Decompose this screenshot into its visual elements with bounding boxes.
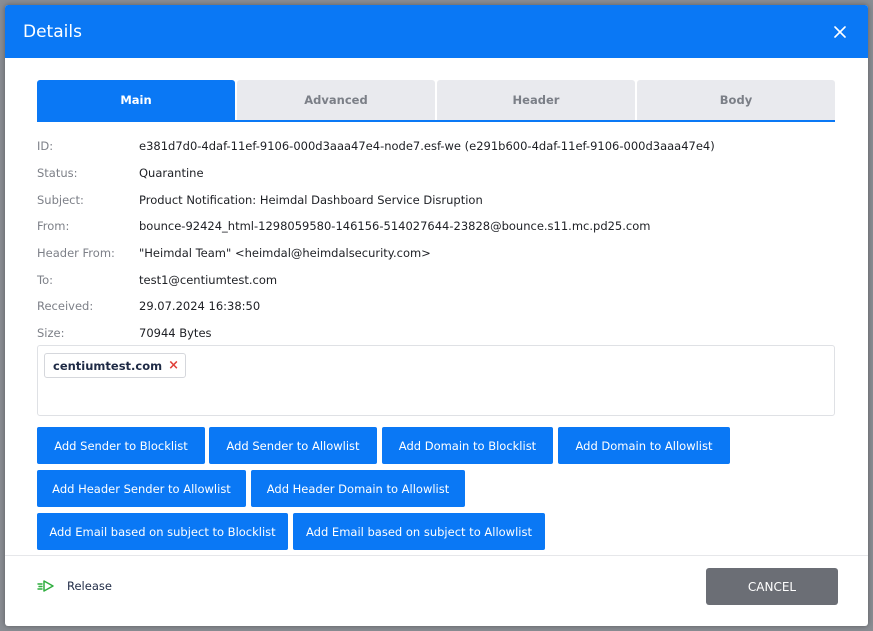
cancel-button[interactable]: CANCEL <box>706 568 838 605</box>
details-list: ID: e381d7d0-4daf-11ef-9106-000d3aaa47e4… <box>37 133 835 347</box>
detail-row-subject: Subject: Product Notification: Heimdal D… <box>37 186 835 213</box>
add-header-sender-allowlist-button[interactable]: Add Header Sender to Allowlist <box>37 470 246 507</box>
detail-value: 70944 Bytes <box>139 326 212 341</box>
detail-label: Status: <box>37 166 78 181</box>
detail-row-size: Size: 70944 Bytes <box>37 320 835 347</box>
tab-header[interactable]: Header <box>437 80 635 120</box>
add-domain-blocklist-button[interactable]: Add Domain to Blocklist <box>382 427 553 464</box>
domain-tag: centiumtest.com × <box>44 353 187 378</box>
detail-row-id: ID: e381d7d0-4daf-11ef-9106-000d3aaa47e4… <box>37 133 835 160</box>
detail-label: Size: <box>37 326 65 341</box>
detail-label: Received: <box>37 299 94 314</box>
release-icon <box>37 580 54 592</box>
detail-label: To: <box>37 272 53 287</box>
add-subject-blocklist-button[interactable]: Add Email based on subject to Blocklist <box>37 513 288 550</box>
dialog-header: Details <box>5 5 868 58</box>
details-dialog: Details Main Advanced Header Body ID: e3… <box>5 5 868 626</box>
add-sender-blocklist-button[interactable]: Add Sender to Blocklist <box>37 427 205 464</box>
detail-row-header-from: Header From: "Heimdal Team" <heimdal@hei… <box>37 240 835 267</box>
release-button[interactable]: Release <box>37 579 112 593</box>
detail-value: e381d7d0-4daf-11ef-9106-000d3aaa47e4-nod… <box>139 139 715 154</box>
tab-main[interactable]: Main <box>37 80 235 120</box>
close-button[interactable] <box>830 22 850 42</box>
add-subject-allowlist-button[interactable]: Add Email based on subject to Allowlist <box>293 513 545 550</box>
detail-row-to: To: test1@centiumtest.com <box>37 266 835 293</box>
detail-value: Quarantine <box>139 166 204 181</box>
tab-body[interactable]: Body <box>637 80 835 120</box>
detail-value: bounce-92424_html-1298059580-146156-5140… <box>139 219 651 234</box>
detail-row-received: Received: 29.07.2024 16:38:50 <box>37 293 835 320</box>
detail-label: Subject: <box>37 192 84 207</box>
tab-bar: Main Advanced Header Body <box>37 80 835 122</box>
domain-tag-input[interactable]: centiumtest.com × <box>37 345 835 416</box>
dialog-title: Details <box>23 21 82 42</box>
detail-label: From: <box>37 219 70 234</box>
add-domain-allowlist-button[interactable]: Add Domain to Allowlist <box>558 427 730 464</box>
detail-label: Header From: <box>37 246 115 261</box>
release-label: Release <box>67 579 112 593</box>
detail-row-status: Status: Quarantine <box>37 160 835 187</box>
detail-row-from: From: bounce-92424_html-1298059580-14615… <box>37 213 835 240</box>
detail-label: ID: <box>37 139 54 154</box>
remove-tag-icon[interactable]: × <box>168 359 179 372</box>
detail-value: test1@centiumtest.com <box>139 272 278 287</box>
add-sender-allowlist-button[interactable]: Add Sender to Allowlist <box>209 427 377 464</box>
detail-value: 29.07.2024 16:38:50 <box>139 299 261 314</box>
domain-tag-label: centiumtest.com <box>53 358 163 373</box>
add-header-domain-allowlist-button[interactable]: Add Header Domain to Allowlist <box>251 470 465 507</box>
tab-advanced[interactable]: Advanced <box>237 80 435 120</box>
close-icon <box>834 25 846 38</box>
detail-value: Product Notification: Heimdal Dashboard … <box>139 192 483 207</box>
detail-value: "Heimdal Team" <heimdal@heimdalsecurity.… <box>139 246 431 261</box>
footer-divider <box>5 555 868 556</box>
